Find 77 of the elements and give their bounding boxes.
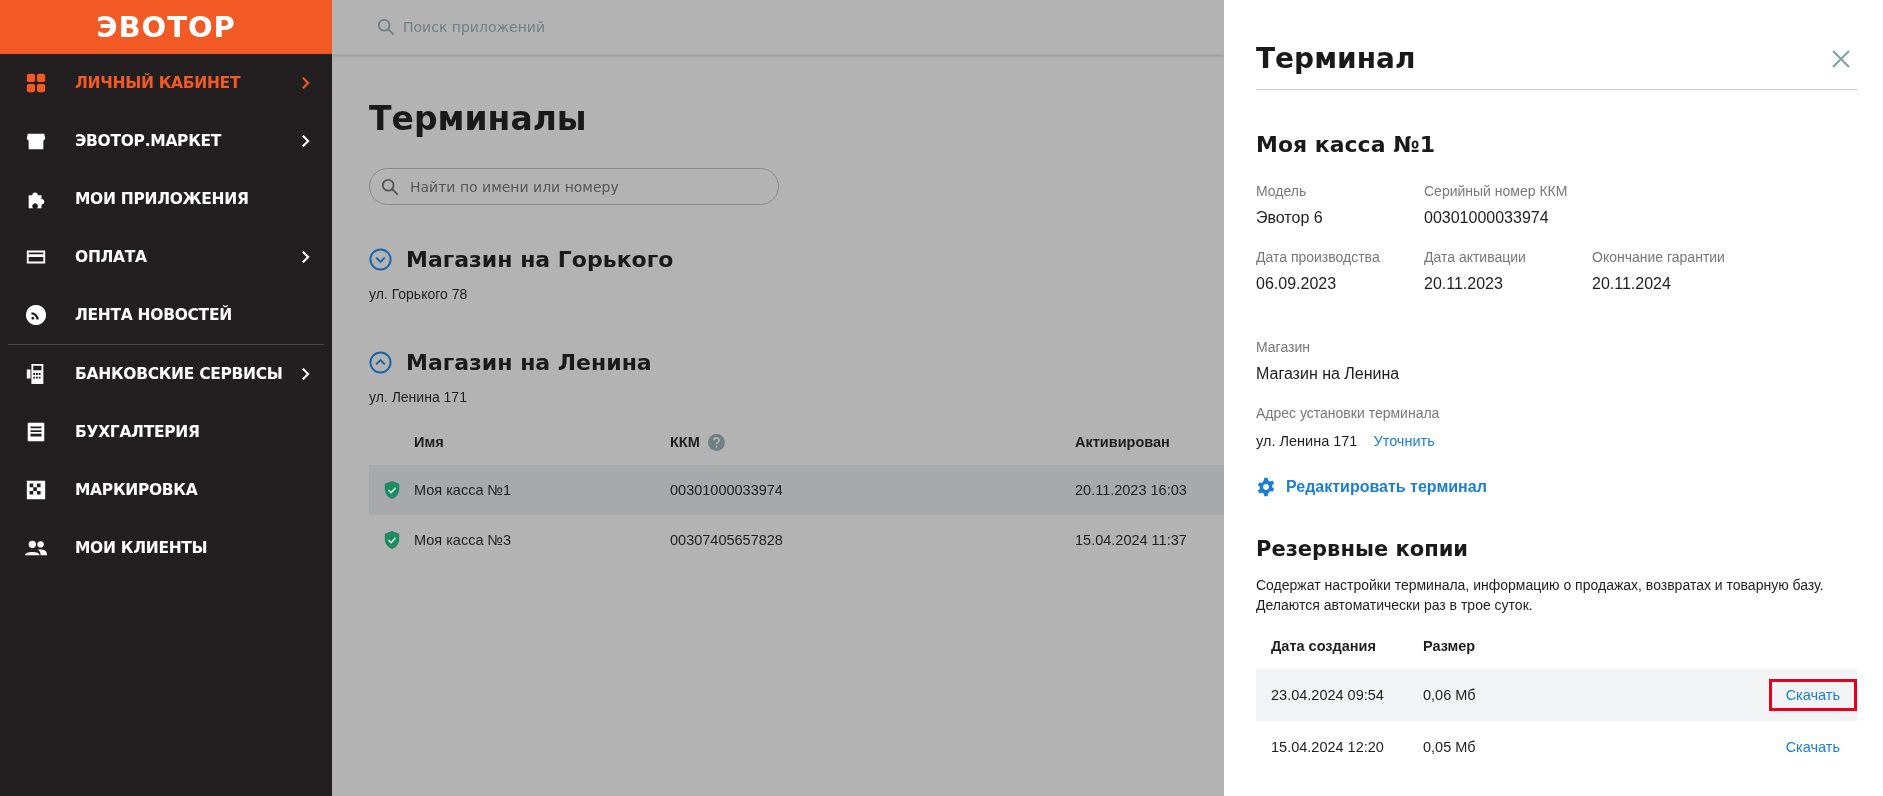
app-search-field[interactable]: Поиск приложений [403,15,677,39]
field-value: 06.09.2023 [1256,275,1338,293]
table-cell-text: 23.04.2024 09:54 [1270,687,1385,703]
shield-check-icon [382,530,401,550]
field-value: 00301000033974 [1424,209,1550,227]
rss-icon [25,304,47,326]
nav-item[interactable]: БУХГАЛТЕРИЯ [0,403,332,461]
expand-icon[interactable] [369,248,392,271]
section-description: Содержат настройки терминала, информацию о продажах, возвратах и товарную базу. Делаются автоматически раз в трое суток. [1256,576,1825,615]
field-label: Адрес установки терминала [1256,405,1441,421]
store-name: Магазин на Горького [406,247,674,272]
field-value: Эвотор 6 [1256,209,1324,227]
field-label: Модель [1256,183,1308,199]
table-cell-text: Моя касса №3 [414,532,513,548]
terminal-row[interactable]: Моя касса №1 00301000033974 20.11.2023 16:03 [369,465,1224,515]
field-label: Магазин [1256,339,1311,355]
store-address: ул. Ленина 171 [369,389,468,405]
search-icon [377,18,395,36]
table-cell-text: 20.11.2023 16:03 [1075,482,1188,498]
field-value: 20.11.2023 [1424,275,1504,293]
column-header: ККМ [670,434,700,450]
field-label: Серийный номер ККМ [1424,183,1569,199]
grid-icon [25,72,47,94]
field-value: 20.11.2024 [1592,275,1672,293]
table-cell-text: 00307405657828 [670,532,784,548]
section-title: Резервные копии [1256,537,1470,561]
field-value: Магазин на Ленина [1256,365,1401,383]
download-link[interactable]: Скачать [1768,679,1857,711]
nav-item[interactable]: ЛИЧНЫЙ КАБИНЕТ [0,54,332,112]
column-header: Дата создания [1270,638,1377,654]
nav-item[interactable]: ЭВОТОР.МАРКЕТ [0,112,332,170]
nav-label: ЛЕНТА НОВОСТЕЙ [75,306,233,324]
checker-icon [25,479,47,501]
field-label: Окончание гарантии [1592,249,1726,265]
nav-label: МОИ КЛИЕНТЫ [75,539,209,557]
nav-label: БАНКОВСКИЕ СЕРВИСЫ [75,365,284,383]
column-header: Активирован [1075,434,1171,450]
column-header: Размер [1423,638,1477,654]
nav-item[interactable]: МОИ КЛИЕНТЫ [0,519,332,577]
table-cell-text: 00301000033974 [670,482,784,498]
gear-icon [1256,477,1276,497]
nav-item[interactable]: ОПЛАТА [0,228,332,286]
nav-label: МОИ ПРИЛОЖЕНИЯ [75,190,250,208]
nav-label: ОПЛАТА [75,248,148,266]
terminal-name: Моя касса №1 [1256,132,1436,157]
download-link[interactable]: Скачать [1768,731,1857,763]
terminal-search-field[interactable]: Найти по имени или номеру [369,168,779,205]
help-icon[interactable] [707,433,725,451]
edit-terminal-link[interactable]: Редактировать терминал [1256,477,1857,497]
table-cell-text: 0,05 Мб [1423,739,1477,755]
nav-item[interactable]: МАРКИРОВКА [0,461,332,519]
column-header: Имя [414,434,445,450]
page-title: Терминалы [369,99,588,138]
nav-label: ЭВОТОР.МАРКЕТ [75,132,223,150]
table-cell-text: 0,06 Мб [1423,687,1477,703]
search-icon [381,178,399,196]
close-icon[interactable] [1831,48,1851,69]
field-label: Дата производства [1256,249,1381,265]
store-name: Магазин на Ленина [406,350,652,375]
nav-item[interactable]: ЛЕНТА НОВОСТЕЙ [0,286,332,344]
terminal-row[interactable]: Моя касса №3 00307405657828 15.04.2024 11:37 [369,515,1224,565]
store-address: ул. Горького 78 [369,286,469,302]
refine-link[interactable]: Уточнить [1373,433,1435,449]
nav-item[interactable]: МОИ ПРИЛОЖЕНИЯ [0,170,332,228]
field-label: Дата активации [1424,249,1527,265]
nav-label: МАРКИРОВКА [75,481,199,499]
collapse-icon[interactable] [369,351,392,374]
document-icon [25,421,47,443]
nav-label: ЛИЧНЫЙ КАБИНЕТ [75,74,242,92]
field-value: ул. Ленина 171 [1256,433,1358,449]
table-cell-text: 15.04.2024 11:37 [1075,532,1188,548]
shield-check-icon [382,480,401,500]
nav-item[interactable]: БАНКОВСКИЕ СЕРВИСЫ [0,345,332,403]
nav-label: БУХГАЛТЕРИЯ [75,423,201,441]
table-cell-text: 15.04.2024 12:20 [1270,739,1385,755]
table-cell-text: Моя касса №1 [414,482,513,498]
panel-title: Терминал [1256,42,1416,75]
